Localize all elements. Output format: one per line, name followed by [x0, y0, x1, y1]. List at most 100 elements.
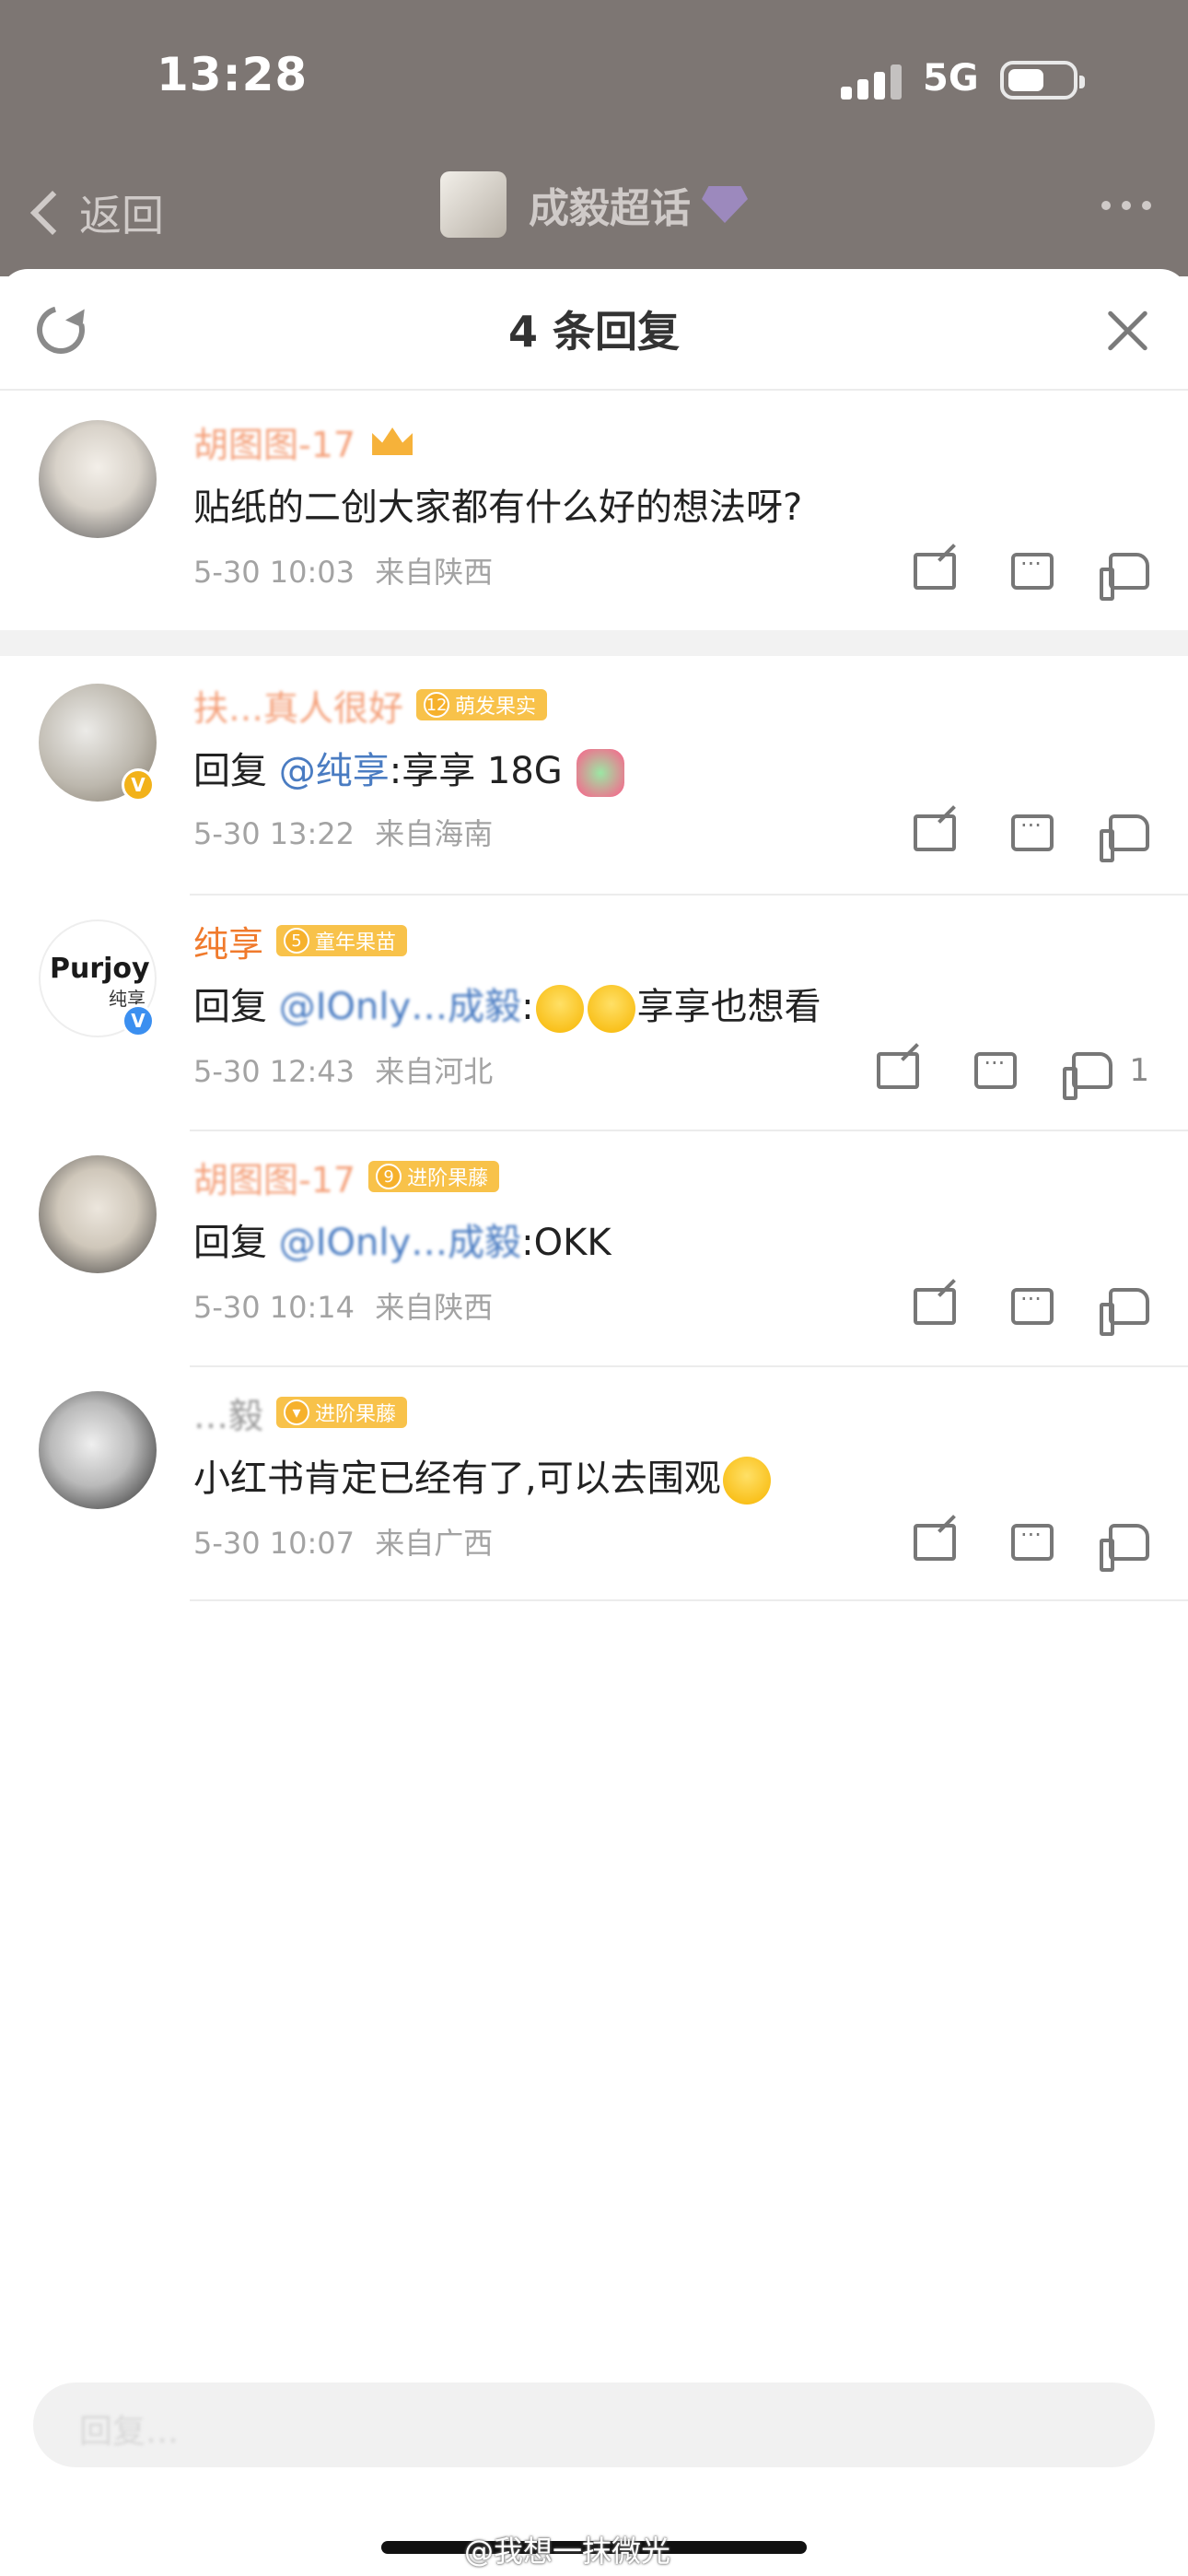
username[interactable]: 扶…真人很好: [193, 680, 403, 731]
surfing-emoji-icon: [576, 749, 624, 797]
status-time: 13:28: [157, 48, 309, 101]
name-row: 胡图图-17: [193, 416, 413, 467]
tag-level: 12: [424, 692, 450, 718]
reply-input[interactable]: 回复…: [33, 2383, 1155, 2467]
comment-actions: [858, 551, 1149, 601]
tag-level: 5: [284, 928, 310, 954]
reply-prefix: 回复: [193, 1222, 279, 1264]
comment-location: 来自河北: [375, 1054, 494, 1089]
fan-level-tag: 9 进阶果藤: [368, 1161, 500, 1192]
like-icon[interactable]: [1100, 553, 1149, 601]
tag-label: 进阶果藤: [315, 1403, 397, 1426]
name-row: …毅 ▾ 进阶果藤: [193, 1388, 408, 1438]
reply-item: 胡图图-17 9 进阶果藤 回复 @IOnly…成毅:OKK 5-30 10:1…: [0, 1131, 1188, 1365]
reply-item: V 扶…真人很好 12 萌发果实 回复 @纯享:享享 18G 5-30 13:2…: [0, 656, 1188, 886]
comment-meta: 5-30 10:14 来自陕西: [193, 1284, 493, 1327]
username[interactable]: 胡图图-17: [193, 416, 355, 467]
comment-text: 回复 @纯享:享享 18G: [193, 741, 626, 797]
mention-link[interactable]: @IOnly…成毅: [279, 1222, 521, 1264]
comment-icon[interactable]: [1011, 551, 1054, 590]
back-button[interactable]: 返回: [28, 182, 164, 243]
comment-text: 小红书肯定已经有了,可以去围观: [193, 1448, 773, 1505]
reply-body: 小红书肯定已经有了,可以去围观: [193, 1458, 721, 1500]
reply-body: :享享 18G: [389, 750, 563, 792]
crown-icon: [372, 427, 413, 455]
share-icon[interactable]: [877, 1052, 920, 1089]
fan-level-tag: ▾ 进阶果藤: [276, 1397, 408, 1428]
divider: [190, 1599, 1188, 1601]
reply-body: :OKK: [521, 1222, 611, 1264]
replies-sheet: 4 条回复 胡图图-17 贴纸的二创大家都有什么好的想法呀? 5-30 10:0…: [0, 269, 1188, 2576]
comment-text: 回复 @IOnly…成毅: 享享也想看: [193, 977, 821, 1033]
comment-actions: [858, 1522, 1149, 1572]
comment-location: 来自海南: [375, 816, 494, 851]
comment-date: 5-30 12:43: [193, 1054, 355, 1089]
like-icon[interactable]: [1100, 814, 1149, 862]
verified-badge-icon: V: [122, 1004, 155, 1037]
comment-text: 回复 @IOnly…成毅:OKK: [193, 1212, 611, 1266]
reply-item: Purjoy 纯享 V 纯享 5 童年果苗 回复 @IOnly…成毅: 享享也想看…: [0, 896, 1188, 1130]
fan-level-tag: 5 童年果苗: [276, 925, 408, 956]
close-icon[interactable]: [1105, 308, 1149, 352]
comment-meta: 5-30 12:43 来自河北: [193, 1048, 493, 1091]
comment-icon[interactable]: [1011, 1286, 1054, 1325]
tag-level-icon: ▾: [284, 1399, 310, 1425]
topic-avatar: [440, 171, 507, 238]
topic-title: 成毅超话: [529, 185, 691, 232]
share-icon[interactable]: [914, 1524, 956, 1561]
username[interactable]: …毅: [193, 1388, 263, 1438]
like-icon[interactable]: [1063, 1052, 1113, 1100]
avatar[interactable]: [39, 1155, 157, 1273]
back-label: 返回: [79, 191, 164, 240]
reply-prefix: 回复: [193, 986, 279, 1028]
share-icon[interactable]: [914, 1288, 956, 1325]
mention-link[interactable]: @IOnly…成毅: [279, 986, 521, 1028]
comment-icon[interactable]: [974, 1050, 1018, 1089]
comment-icon[interactable]: [1011, 813, 1054, 851]
status-bar: 13:28 5G: [0, 0, 1188, 166]
reply-input-placeholder: 回复…: [79, 2413, 180, 2451]
wow-emoji-icon: [722, 1457, 771, 1505]
sheet-title: 4 条回复: [507, 307, 681, 357]
signal-icon: [841, 64, 905, 100]
name-row: 扶…真人很好 12 萌发果实: [193, 680, 548, 731]
like-icon[interactable]: [1100, 1288, 1149, 1336]
comment-meta: 5-30 13:22 来自海南: [193, 811, 493, 853]
share-icon[interactable]: [914, 814, 956, 851]
comment-text: 贴纸的二创大家都有什么好的想法呀?: [193, 486, 803, 529]
reply-item: …毅 ▾ 进阶果藤 小红书肯定已经有了,可以去围观 5-30 10:07 来自广…: [0, 1367, 1188, 1601]
reply-body: 享享也想看: [636, 986, 821, 1028]
comment-date: 5-30 13:22: [193, 816, 355, 851]
tag-level: 9: [376, 1164, 402, 1189]
comment-actions: [858, 1286, 1149, 1336]
top-nav: 返回 成毅超话: [0, 166, 1188, 267]
comment-icon[interactable]: [1011, 1522, 1054, 1561]
more-icon[interactable]: [1101, 201, 1151, 210]
battery-icon: [1000, 61, 1085, 100]
tag-label: 进阶果藤: [407, 1167, 489, 1190]
background-app: 13:28 5G 返回 成毅超话: [0, 0, 1188, 276]
watermark-text: @我想一抹微光: [464, 2534, 671, 2569]
chevron-left-icon: [29, 190, 76, 236]
comment-location: 来自陕西: [375, 1290, 494, 1325]
comment-location: 来自广西: [375, 1526, 494, 1561]
verified-badge-icon: V: [122, 768, 155, 802]
like-icon[interactable]: [1100, 1524, 1149, 1572]
reply-prefix: 回复: [193, 750, 279, 792]
avatar[interactable]: [39, 420, 157, 538]
share-icon[interactable]: [914, 553, 956, 590]
comment-location: 来自陕西: [375, 555, 494, 590]
username[interactable]: 胡图图-17: [193, 1152, 355, 1202]
network-type: 5G: [923, 57, 979, 100]
tag-label: 萌发果实: [455, 696, 537, 719]
root-comment: 胡图图-17 贴纸的二创大家都有什么好的想法呀? 5-30 10:03 来自陕西: [0, 391, 1188, 601]
crying-emoji-icon: [587, 985, 635, 1033]
nav-title: 成毅超话: [440, 171, 748, 238]
username[interactable]: 纯享: [193, 916, 263, 966]
avatar[interactable]: [39, 1391, 157, 1509]
comment-meta: 5-30 10:07 来自广西: [193, 1520, 493, 1563]
section-divider: [0, 630, 1188, 656]
tag-label: 童年果苗: [315, 931, 397, 954]
gem-badge-icon: [702, 186, 748, 223]
mention-link[interactable]: @纯享: [279, 750, 390, 792]
